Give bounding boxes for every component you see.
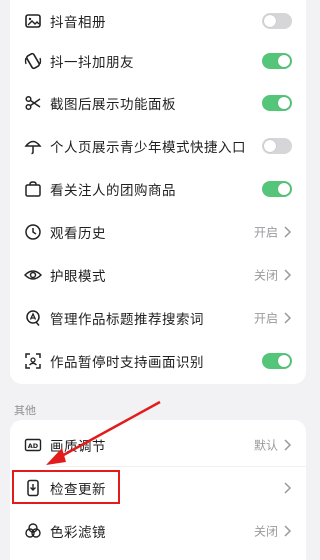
annotation-arrow xyxy=(46,400,161,465)
